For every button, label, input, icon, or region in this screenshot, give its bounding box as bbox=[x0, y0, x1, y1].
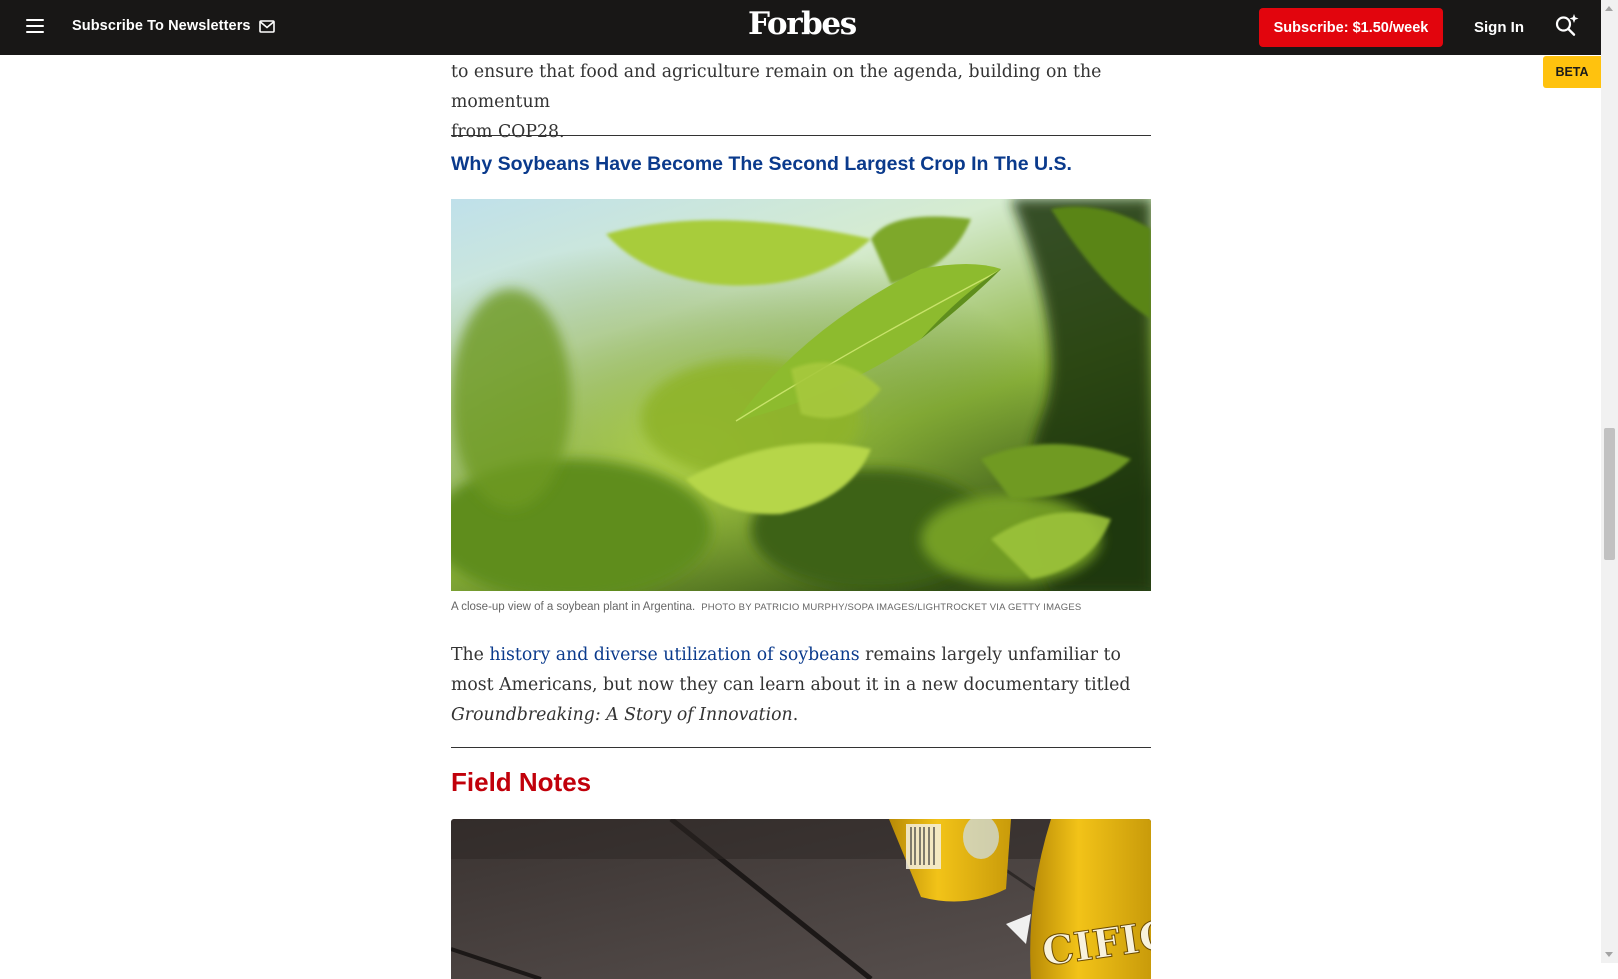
forbes-logo[interactable]: Forbes bbox=[748, 6, 857, 42]
scroll-thumb[interactable] bbox=[1604, 428, 1615, 560]
field-notes-photo[interactable]: CIFICO bbox=[451, 819, 1151, 979]
top-nav-bar: Subscribe To Newsletters Forbes Subscrib… bbox=[0, 0, 1601, 55]
scroll-down-arrow[interactable] bbox=[1605, 952, 1613, 957]
soybeans-history-link[interactable]: history and diverse utilization of soybe… bbox=[489, 645, 859, 665]
ai-search-icon[interactable] bbox=[1554, 12, 1580, 38]
documentary-title: Groundbreaking: A Story of Innovation bbox=[451, 705, 793, 725]
paragraph-text: . bbox=[792, 705, 799, 725]
caption-text: A close-up view of a soybean plant in Ar… bbox=[451, 601, 696, 613]
subscribe-button[interactable]: Subscribe: $1.50/week bbox=[1259, 8, 1443, 47]
paragraph-line: to ensure that food and agriculture rema… bbox=[451, 62, 1102, 112]
mail-icon bbox=[258, 19, 275, 33]
subscribe-newsletters-link[interactable]: Subscribe To Newsletters bbox=[72, 18, 275, 34]
scroll-up-arrow[interactable] bbox=[1605, 6, 1613, 11]
soybean-photo[interactable] bbox=[451, 199, 1151, 591]
sign-in-link[interactable]: Sign In bbox=[1474, 19, 1524, 36]
article-paragraph: The history and diverse utilization of s… bbox=[451, 640, 1141, 730]
beta-badge[interactable]: BETA bbox=[1543, 56, 1601, 88]
menu-icon[interactable] bbox=[26, 19, 44, 33]
page-scrollbar[interactable] bbox=[1601, 0, 1618, 963]
paragraph-line: from COP28. bbox=[451, 122, 565, 142]
photo-credit: PHOTO BY PATRICIO MURPHY/SOPA IMAGES/LIG… bbox=[701, 602, 1082, 613]
section-heading: Field Notes bbox=[451, 767, 592, 797]
divider bbox=[451, 747, 1151, 748]
related-article-headline[interactable]: Why Soybeans Have Become The Second Larg… bbox=[451, 153, 1072, 176]
photo-caption: A close-up view of a soybean plant in Ar… bbox=[451, 601, 1081, 613]
paragraph-text: The bbox=[451, 645, 490, 665]
divider bbox=[451, 135, 1151, 136]
newsletter-label: Subscribe To Newsletters bbox=[72, 18, 251, 34]
article-paragraph: to ensure that food and agriculture rema… bbox=[451, 57, 1151, 147]
